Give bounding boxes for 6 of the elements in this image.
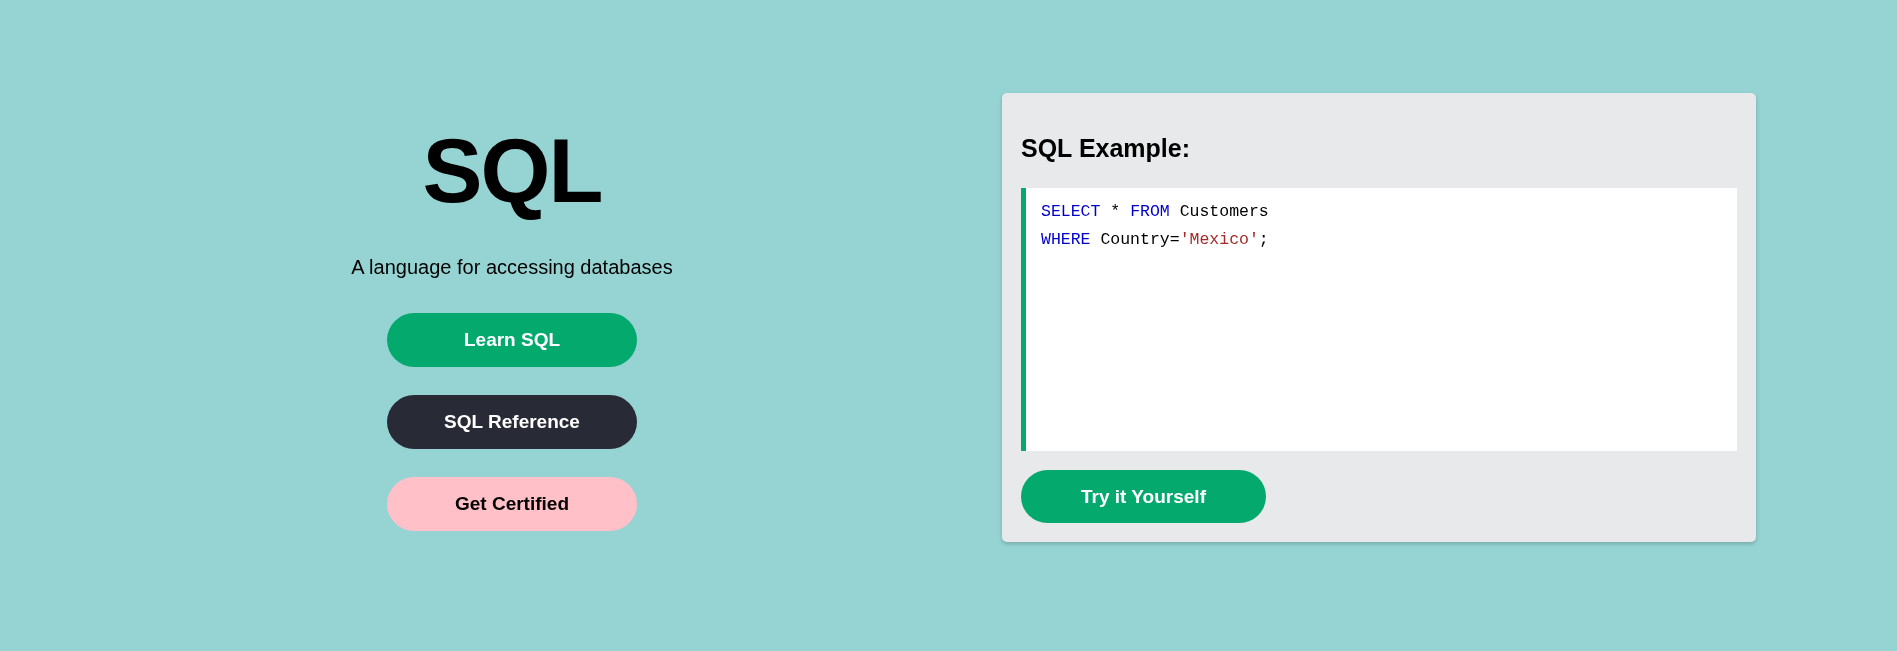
code-line: WHERE Country='Mexico';	[1041, 228, 1270, 251]
link-button[interactable]: Get Certified	[387, 477, 637, 531]
code-line: SELECT * FROM Customers	[1041, 201, 1270, 223]
example-title: SQL Example:	[1021, 133, 1192, 163]
page-subtitle: A language for accessing databases	[351, 255, 673, 280]
link-button[interactable]: SQL Reference	[387, 395, 637, 449]
